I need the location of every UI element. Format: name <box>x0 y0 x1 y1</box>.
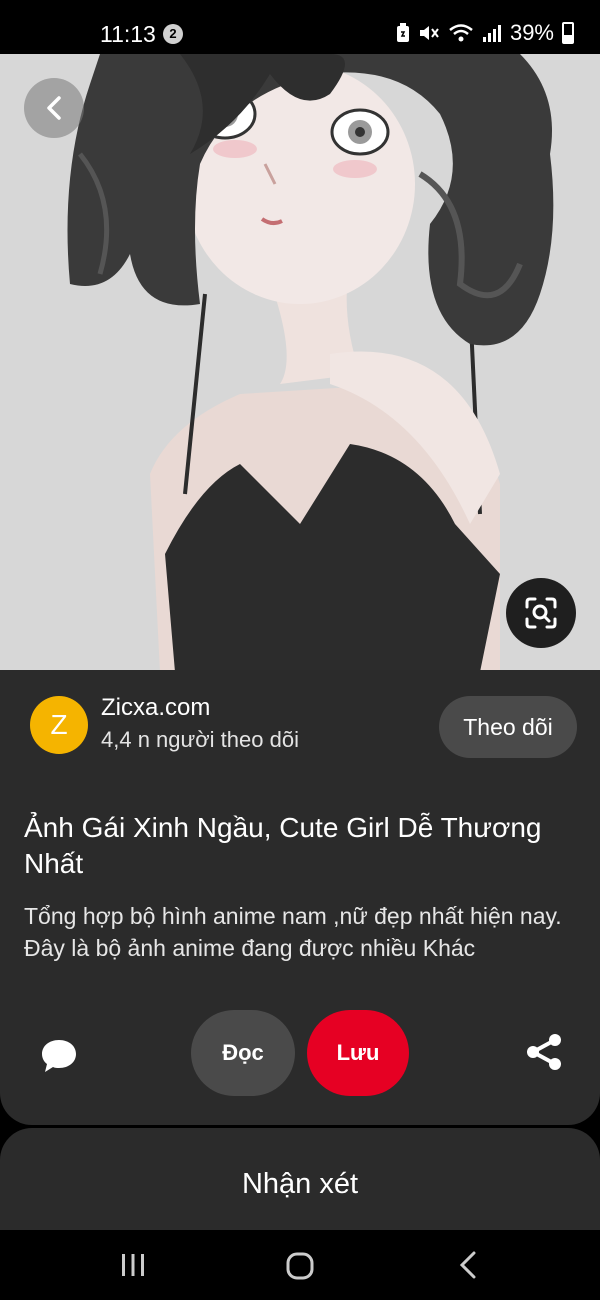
status-icons: 39% <box>396 20 574 46</box>
source-avatar[interactable]: Z <box>30 696 88 754</box>
pin-info-panel: Z Zicxa.com 4,4 n người theo dõi Theo dõ… <box>0 670 600 1125</box>
share-icon[interactable] <box>524 1032 564 1072</box>
speech-bubble-icon[interactable] <box>38 1035 80 1077</box>
follow-button[interactable]: Theo dõi <box>439 696 577 758</box>
comments-panel[interactable]: Nhận xét <box>0 1128 600 1230</box>
mute-icon <box>419 26 439 40</box>
read-button[interactable]: Đọc <box>191 1010 295 1096</box>
pin-title: Ảnh Gái Xinh Ngầu, Cute Girl Dễ Thương N… <box>24 812 542 879</box>
signal-icon <box>482 25 501 42</box>
status-bar: 11:13 2 39% <box>0 0 600 54</box>
source-name[interactable]: Zicxa.com <box>101 694 210 722</box>
follower-count: 4,4 n người theo dõi <box>101 727 299 752</box>
chevron-left-icon <box>47 96 61 120</box>
battery-percent: 39% <box>509 20 554 45</box>
pin-image[interactable] <box>0 54 600 672</box>
anime-illustration <box>0 54 600 672</box>
recent-apps-icon[interactable] <box>120 1252 146 1278</box>
battery-icon <box>562 22 574 44</box>
visual-search-button[interactable] <box>506 578 576 648</box>
home-icon[interactable] <box>286 1252 314 1280</box>
battery-saver-icon <box>396 23 409 42</box>
comments-title: Nhận xét <box>241 1168 359 1200</box>
status-time: 11:13 <box>100 21 156 47</box>
lens-search-icon <box>525 597 557 629</box>
notification-badge: 2 <box>163 24 183 44</box>
back-button[interactable] <box>24 78 84 138</box>
save-button[interactable]: Lưu <box>307 1010 409 1096</box>
wifi-icon <box>449 24 473 42</box>
system-nav-bar <box>0 1230 600 1300</box>
pin-description[interactable]: Tổng hợp bộ hình anime nam ,nữ đẹp nhất … <box>24 900 584 964</box>
back-nav-icon[interactable] <box>456 1250 480 1280</box>
